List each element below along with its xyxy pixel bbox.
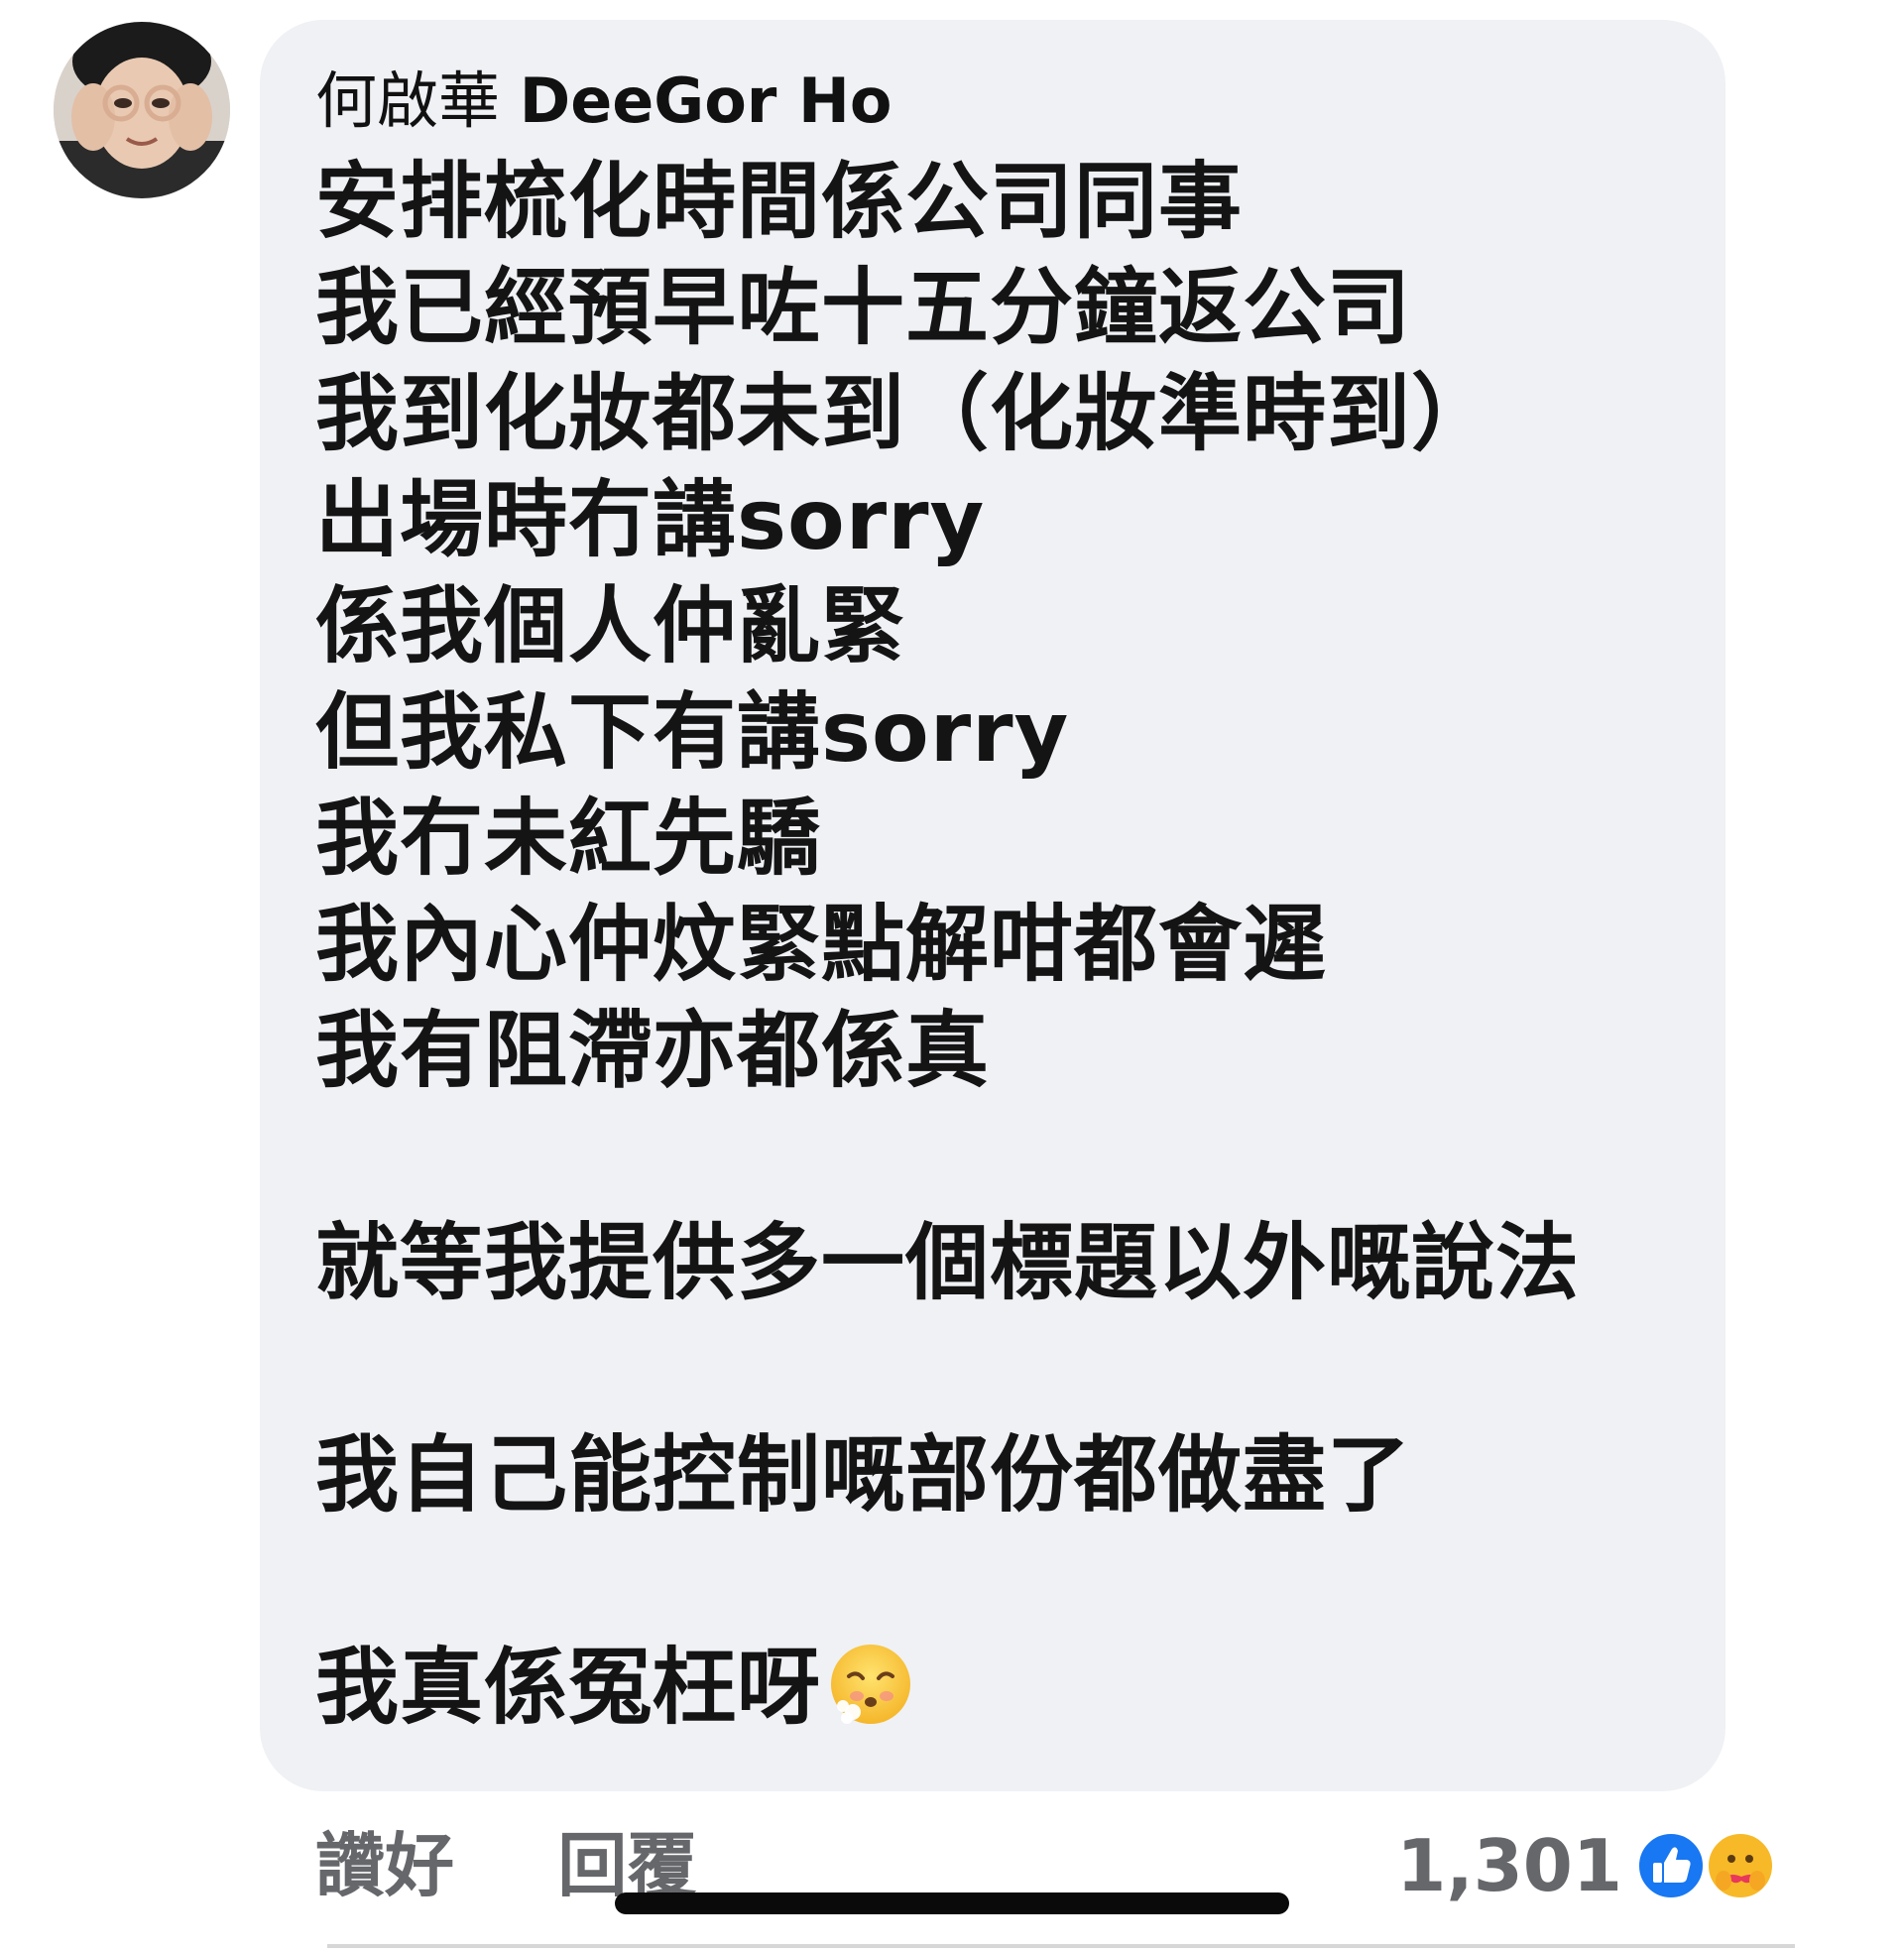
comment-blank-line bbox=[315, 1316, 1704, 1422]
reaction-count: 1,301 bbox=[1396, 1824, 1622, 1907]
comment-line: 我已經預早咗十五分鐘返公司 bbox=[315, 259, 1412, 356]
page: 何啟華 DeeGor Ho 安排梳化時間係公司同事 我已經預早咗十五分鐘返公司 … bbox=[0, 0, 1904, 1953]
comment-line: 就等我提供多一個標題以外嘅說法 bbox=[315, 1214, 1581, 1311]
comment-line: 係我個人仲亂緊 bbox=[315, 577, 906, 674]
avatar[interactable] bbox=[54, 22, 230, 198]
comment-line: 我冇未紅先驕 bbox=[315, 790, 822, 887]
like-button[interactable]: 讚好 bbox=[315, 1825, 454, 1906]
divider bbox=[327, 1944, 1795, 1948]
exhaling-face-icon bbox=[827, 1641, 914, 1728]
avatar-photo bbox=[54, 22, 230, 198]
comment-author[interactable]: 何啟華 DeeGor Ho bbox=[315, 61, 892, 141]
comment-line: 我有阻滯亦都係真 bbox=[315, 1002, 991, 1099]
comment-line: 我自己能控制嘅部份都做盡了 bbox=[315, 1426, 1412, 1524]
like-reaction-icon bbox=[1635, 1830, 1707, 1901]
comment-blank-line bbox=[315, 1528, 1704, 1635]
comment-line: 但我私下有講sorry bbox=[315, 683, 1070, 781]
comment-body: 安排梳化時間係公司同事 我已經預早咗十五分鐘返公司 我到化妝都未到（化妝準時到）… bbox=[315, 149, 1704, 1741]
comment-line: 我內心仲炆緊點解咁都會遲 bbox=[315, 896, 1328, 993]
author-name-latin[interactable]: DeeGor Ho bbox=[520, 64, 892, 137]
comment-last-line: 我真係冤枉呀 bbox=[315, 1635, 1704, 1741]
care-reaction-icon bbox=[1705, 1830, 1776, 1901]
comment-line: 出場時冇講sorry bbox=[315, 471, 986, 568]
comment-line: 我到化妝都未到（化妝準時到） bbox=[315, 365, 1496, 462]
comment-line: 我真係冤枉呀 bbox=[315, 1639, 822, 1736]
author-name-cjk[interactable]: 何啟華 bbox=[315, 64, 500, 137]
home-indicator[interactable] bbox=[615, 1892, 1289, 1914]
comment-blank-line bbox=[315, 1104, 1704, 1210]
comment-line: 安排梳化時間係公司同事 bbox=[315, 153, 1244, 250]
reaction-summary[interactable]: 1,301 bbox=[1396, 1821, 1777, 1910]
